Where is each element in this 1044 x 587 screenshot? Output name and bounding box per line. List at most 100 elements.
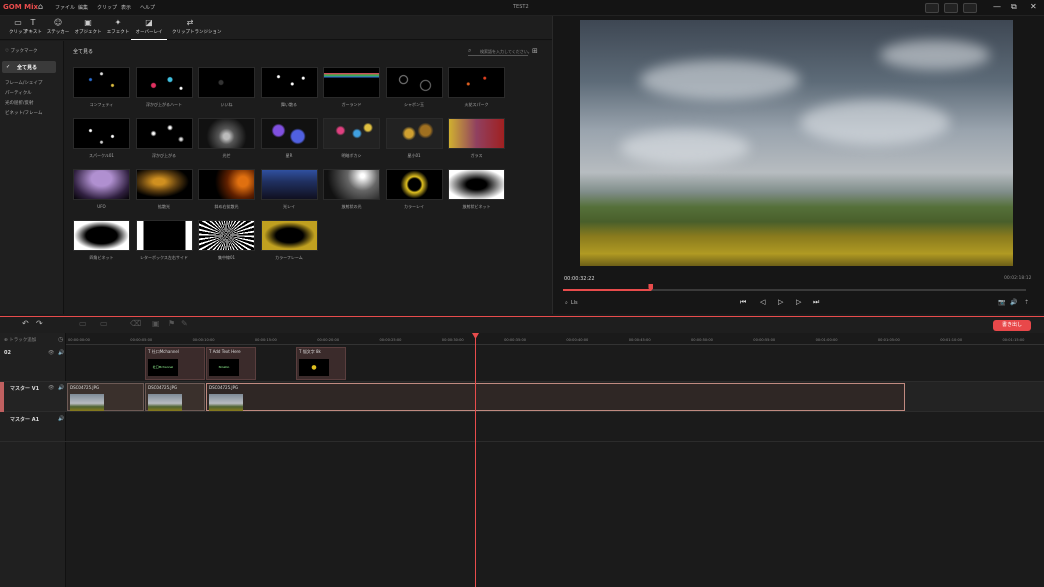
redo-button[interactable]: ↷	[36, 319, 43, 328]
zoom-control[interactable]: ⌕ Lls	[562, 300, 578, 306]
camera-icon[interactable]: 📷	[998, 299, 1005, 306]
ruler-tick-label: 00:00:20:00	[317, 338, 340, 342]
overlay-thumbnail[interactable]	[135, 118, 193, 149]
overlay-label: 四角ビネット	[89, 255, 114, 260]
overlay-thumbnail[interactable]	[198, 169, 255, 200]
tab-overlay[interactable]: ◪ オーバーレイ	[131, 16, 167, 40]
overlay-thumbnail[interactable]	[323, 118, 380, 149]
overlay-thumbnail[interactable]	[385, 169, 443, 200]
video-clip[interactable]: DSC04725.JPG	[145, 383, 205, 411]
overlay-thumbnail[interactable]	[73, 220, 130, 251]
account-button[interactable]	[944, 3, 958, 13]
sidebar-item-light[interactable]: 光の屈折/反射	[5, 100, 34, 106]
ruler-tick-label: 00:00:00:00	[68, 338, 90, 342]
menu-view[interactable]: 表示	[121, 4, 131, 11]
menu-help[interactable]: ヘルプ	[140, 4, 155, 11]
next-frame-button[interactable]: ▷	[796, 298, 801, 306]
project-title: TEST2	[513, 4, 529, 10]
overlay-label: 放射状の光	[341, 204, 362, 209]
overlay-thumbnail[interactable]	[73, 169, 130, 200]
split-icon[interactable]: ▭	[79, 319, 87, 328]
text-clip[interactable]: T 社口Mchannel 社口Mchannel	[145, 347, 205, 380]
overlay-thumbnail[interactable]	[135, 67, 193, 98]
track-color-indicator	[0, 382, 4, 412]
overlay-label: 浮かび上がるハート	[146, 102, 182, 107]
overlay-thumbnail[interactable]	[135, 220, 193, 251]
add-track-button[interactable]: ⊕ トラック追加	[4, 337, 36, 343]
sidebar-item-all[interactable]: ✓ 全て見る	[2, 61, 56, 73]
overlay-thumbnail[interactable]	[198, 118, 255, 149]
overlay-label: 明暗ボカシ	[341, 153, 362, 158]
overlay-thumbnail[interactable]	[323, 169, 380, 200]
overlay-thumbnail[interactable]	[323, 67, 380, 98]
overlay-thumbnail[interactable]	[385, 67, 443, 98]
overlay-thumbnail[interactable]	[448, 169, 505, 200]
text-clip[interactable]: T Add Text Here Ninatio	[206, 347, 256, 380]
layout-button[interactable]	[963, 3, 977, 13]
grid-view-icon[interactable]: ⊞	[532, 47, 538, 55]
playhead-line	[475, 333, 476, 587]
overlay-thumbnail[interactable]	[198, 220, 255, 251]
track-name: マスター V1	[10, 386, 40, 392]
overlay-thumbnail[interactable]	[385, 118, 443, 149]
delete-icon[interactable]: ⌫	[130, 319, 141, 328]
screenshot-button[interactable]	[925, 3, 939, 13]
menu-file[interactable]: ファイル	[55, 4, 75, 11]
track-master-a1	[0, 412, 1044, 442]
aspect-icon[interactable]: ⇡	[1024, 299, 1029, 306]
home-icon[interactable]: ⌂	[38, 2, 43, 11]
overlay-label: 拡散光	[158, 204, 170, 209]
overlay-label: 舞い散る	[281, 102, 297, 107]
volume-icon[interactable]: 🔊	[1010, 299, 1017, 306]
snapshot-icon[interactable]: ▣	[152, 319, 160, 328]
overlay-thumbnail[interactable]	[260, 220, 318, 251]
minimize-button[interactable]: —	[993, 2, 1001, 11]
play-button[interactable]: ▷	[778, 298, 783, 306]
overlay-thumbnail[interactable]	[260, 169, 318, 200]
crop-icon[interactable]: ▭	[100, 319, 108, 328]
tab-transition[interactable]: ⇄ クリップトランジション	[172, 16, 222, 40]
undo-button[interactable]: ↶	[22, 319, 29, 328]
ruler-tick-label: 00:01:00:00	[815, 338, 838, 342]
close-button[interactable]: ✕	[1030, 2, 1037, 11]
section-title: 全て見る	[73, 49, 94, 55]
ruler-tick-label: 00:00:10:00	[192, 338, 215, 342]
prev-clip-button[interactable]: ⏮	[740, 298, 746, 307]
prev-frame-button[interactable]: ◁	[760, 298, 765, 306]
restore-button[interactable]: ⧉	[1011, 2, 1017, 12]
overlay-thumbnail[interactable]	[448, 67, 505, 98]
overlay-thumbnail[interactable]	[135, 169, 193, 200]
ruler-tick-label: 00:00:15:00	[254, 338, 277, 342]
track-visibility-icon[interactable]: 👁	[48, 385, 54, 391]
overlay-thumbnail[interactable]	[73, 118, 130, 149]
video-clip-selected[interactable]: DSC04725.JPG	[206, 383, 905, 411]
track-visibility-icon[interactable]: 👁	[48, 350, 54, 356]
text-clip[interactable]: T 悩文字 8k ●	[296, 347, 346, 380]
search-input[interactable]: ⌕ 検索語を入力してください。	[468, 46, 532, 56]
sidebar-item-frame-shape[interactable]: フレーム/シェイプ	[5, 80, 42, 86]
sidebar-item-particle[interactable]: パーティクル	[5, 90, 32, 96]
zoom-icon: ⌕	[565, 300, 568, 306]
flag-icon[interactable]: ⚑	[168, 319, 175, 328]
menu-clip[interactable]: クリップ	[97, 4, 117, 11]
overlay-label: 集中線01	[217, 255, 236, 260]
track-mute-icon[interactable]: 🔊	[58, 385, 64, 391]
overlay-label: カラーフレーム	[275, 255, 303, 260]
overlay-thumbnail[interactable]	[260, 118, 318, 149]
ruler-marker-icon[interactable]: ◷	[58, 336, 63, 343]
overlay-label: ガーランド	[341, 102, 362, 107]
track-mute-icon[interactable]: 🔊	[58, 350, 64, 356]
transition-icon: ⇄	[186, 18, 194, 27]
next-clip-button[interactable]: ⏭	[813, 298, 819, 307]
track-mute-icon[interactable]: 🔊	[58, 416, 64, 422]
menu-edit[interactable]: 編集	[78, 4, 88, 11]
overlay-thumbnail[interactable]	[198, 67, 255, 98]
sidebar-bookmark[interactable]: ♡ ブックマーク	[5, 48, 37, 54]
export-button[interactable]: 書き出し	[993, 320, 1031, 331]
pen-icon[interactable]: ✎	[181, 319, 188, 328]
sidebar-item-vignette[interactable]: ビネット/フレーム	[5, 110, 42, 116]
overlay-thumbnail[interactable]	[448, 118, 505, 149]
overlay-thumbnail[interactable]	[73, 67, 130, 98]
overlay-thumbnail[interactable]	[260, 67, 318, 98]
video-clip[interactable]: DSC04725.JPG	[67, 383, 144, 411]
